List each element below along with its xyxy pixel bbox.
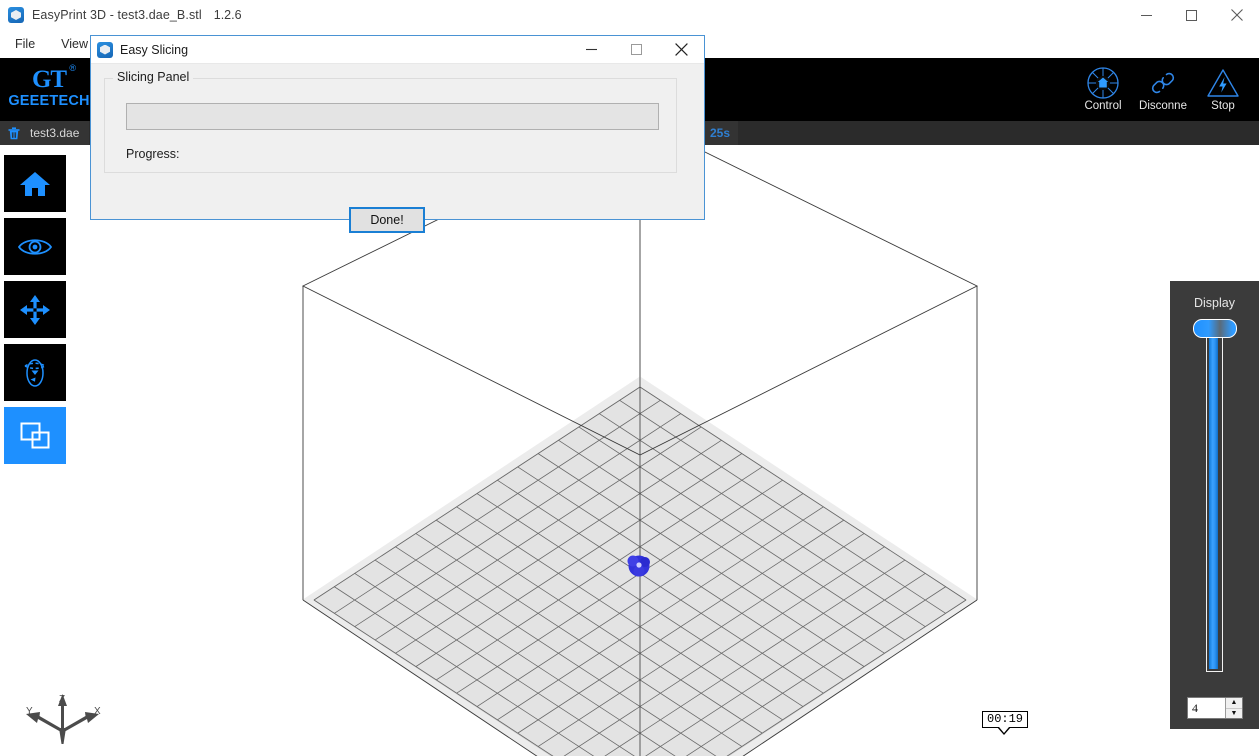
geeetech-logo-mark-text: GT — [31, 66, 67, 94]
print-time-estimate: 25s — [702, 121, 739, 145]
app-cube-icon — [97, 41, 113, 58]
rotate-icon — [24, 358, 46, 387]
sidebar-item-view[interactable] — [4, 218, 66, 275]
window-title: EasyPrint 3D - test3.dae_B.stl — [32, 8, 202, 22]
close-icon — [1230, 9, 1243, 21]
done-button[interactable]: Done! — [349, 207, 425, 233]
warning-lightning-triangle-icon — [1206, 67, 1240, 99]
display-panel-title: Display — [1194, 296, 1235, 310]
viewport-3d[interactable] — [0, 145, 1259, 756]
axis-orientation-gizmo: Y Z X — [14, 688, 114, 754]
file-chip[interactable]: test3.dae — [0, 121, 90, 145]
control-button[interactable]: Control — [1073, 58, 1133, 112]
sidebar-item-move[interactable] — [4, 281, 66, 338]
stepper-down-icon[interactable]: ▼ — [1226, 709, 1242, 719]
dialog-maximize-button[interactable] — [614, 36, 659, 63]
layer-stepper-buttons: ▲ ▼ — [1225, 698, 1242, 718]
scale-squares-icon — [20, 422, 50, 448]
window-version: 1.2.6 — [213, 8, 242, 22]
tool-rail — [4, 155, 66, 464]
window-titlebar: EasyPrint 3D - test3.dae_B.stl 1.2.6 — [0, 0, 1259, 31]
axis-label-y: Y — [26, 706, 33, 717]
toolbar-right-group: Control Disconne Stop — [1073, 58, 1253, 121]
dialog-title: Easy Slicing — [120, 42, 189, 57]
slicing-panel-legend: Slicing Panel — [113, 70, 194, 84]
layer-number-stepper[interactable]: 4 ▲ ▼ — [1187, 697, 1243, 719]
disconnect-button-label: Disconne — [1139, 100, 1187, 112]
easy-slicing-dialog: Easy Slicing Slicing Panel Progress: Don… — [90, 35, 705, 233]
maximize-icon — [1186, 9, 1197, 21]
sidebar-item-home[interactable] — [4, 155, 66, 212]
sidebar-item-rotate[interactable] — [4, 344, 66, 401]
disconnect-button[interactable]: Disconne — [1133, 58, 1193, 112]
slicing-panel-group: Slicing Panel Progress: — [104, 70, 677, 173]
dialog-close-button[interactable] — [659, 36, 704, 63]
elapsed-time-callout: 00:19 — [982, 711, 1029, 736]
minimize-icon — [1141, 14, 1152, 16]
control-button-label: Control — [1084, 100, 1122, 112]
dialog-window-controls — [569, 36, 704, 63]
stop-button[interactable]: Stop — [1193, 58, 1253, 112]
geeetech-logo-word: GEEETECH — [8, 93, 90, 110]
maximize-icon — [631, 44, 642, 55]
registered-mark: ® — [69, 63, 76, 74]
layer-number-value[interactable]: 4 — [1188, 698, 1225, 718]
geeetech-logo-mark: GT ® — [31, 64, 76, 94]
axis-label-x: X — [94, 706, 101, 717]
eye-icon — [17, 238, 53, 255]
move-arrows-icon — [20, 294, 50, 325]
sidebar-item-scale[interactable] — [4, 407, 66, 464]
progress-label: Progress: — [126, 147, 180, 161]
close-button[interactable] — [1214, 0, 1259, 30]
home-icon — [20, 171, 50, 196]
layer-slider-fill — [1209, 325, 1218, 669]
layer-slider-track[interactable] — [1206, 322, 1223, 672]
close-icon — [675, 43, 688, 56]
minimize-button[interactable] — [1124, 0, 1169, 30]
build-volume-scene — [301, 145, 979, 756]
axis-label-z: Z — [59, 694, 65, 705]
maximize-button[interactable] — [1169, 0, 1214, 30]
geeetech-logo: GT ® GEEETECH — [6, 58, 92, 118]
file-name-label: test3.dae — [30, 126, 80, 140]
easyprint-app-window: EasyPrint 3D - test3.dae_B.stl 1.2.6 Fil… — [0, 0, 1259, 756]
stop-button-label: Stop — [1211, 100, 1235, 112]
dialog-titlebar: Easy Slicing — [91, 36, 704, 64]
slicing-progress-bar — [126, 103, 659, 130]
stepper-up-icon[interactable]: ▲ — [1226, 698, 1242, 709]
dialog-minimize-button[interactable] — [569, 36, 614, 63]
dialog-body: Slicing Panel Progress: Done! — [91, 64, 704, 233]
menu-item-file[interactable]: File — [4, 33, 46, 55]
layer-slider-handle[interactable] — [1193, 319, 1237, 338]
app-cube-icon — [8, 7, 24, 23]
window-controls — [1124, 0, 1259, 30]
minimize-icon — [586, 48, 597, 51]
link-chain-icon — [1146, 67, 1180, 99]
display-panel: Display 4 ▲ ▼ — [1170, 281, 1259, 729]
control-home-circle-icon — [1086, 67, 1120, 99]
trash-icon[interactable] — [6, 125, 22, 141]
